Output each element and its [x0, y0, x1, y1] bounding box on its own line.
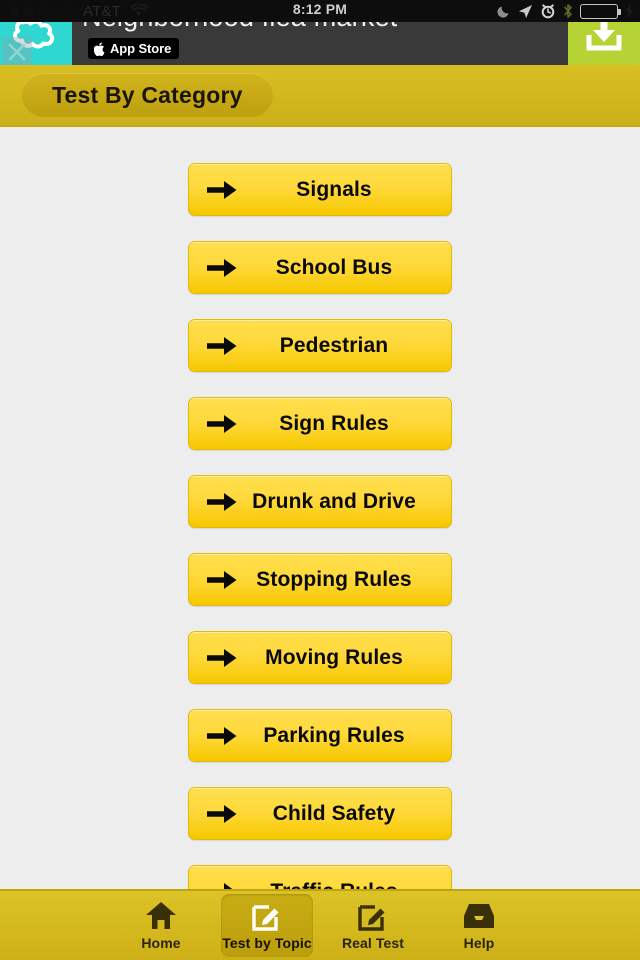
status-bar-right — [497, 0, 634, 22]
edit-square-icon — [358, 900, 388, 932]
alarm-clock-icon — [540, 3, 556, 19]
arrow-right-icon — [207, 569, 237, 591]
moon-icon — [497, 4, 511, 18]
app-store-badge[interactable]: App Store — [88, 38, 180, 59]
page-title-pill: Test By Category — [22, 73, 273, 117]
inbox-tray-icon — [463, 900, 495, 932]
category-button[interactable]: Traffic Rules — [188, 865, 452, 889]
app-screen: Signals School Bus Pedestrian Sign Rules Dru… — [0, 0, 640, 960]
page-title: Test By Category — [52, 81, 243, 108]
category-button[interactable]: Moving Rules — [188, 631, 452, 684]
charging-bolt-icon — [625, 4, 634, 18]
arrow-right-icon — [207, 491, 237, 513]
category-list-scroll-area[interactable]: Signals School Bus Pedestrian Sign Rules Dru… — [0, 127, 640, 889]
tab-label: Real Test — [341, 935, 405, 951]
arrow-right-icon — [207, 881, 237, 889]
tab-real-test[interactable]: Real Test — [327, 894, 419, 957]
status-bar: AT&T 8:12 PM — [0, 0, 640, 22]
tab-label: Home — [141, 935, 181, 951]
arrow-right-icon — [207, 413, 237, 435]
home-icon — [145, 900, 177, 932]
category-button[interactable]: Parking Rules — [188, 709, 452, 762]
app-store-label: App Store — [110, 41, 172, 56]
arrow-right-icon — [207, 335, 237, 357]
bottom-tab-bar: Home Test by Topic Real Test Help — [0, 889, 640, 960]
arrow-right-icon — [207, 179, 237, 201]
category-button[interactable]: Drunk and Drive — [188, 475, 452, 528]
arrow-right-icon — [207, 803, 237, 825]
category-button[interactable]: Stopping Rules — [188, 553, 452, 606]
category-button[interactable]: Signals — [188, 163, 452, 216]
edit-square-icon — [252, 900, 282, 932]
tab-label: Help — [463, 935, 495, 951]
arrow-right-icon — [207, 647, 237, 669]
battery-icon — [580, 3, 621, 19]
tab-home[interactable]: Home — [115, 894, 207, 957]
tab-help[interactable]: Help — [433, 894, 525, 957]
category-button[interactable]: Pedestrian — [188, 319, 452, 372]
category-button[interactable]: Sign Rules — [188, 397, 452, 450]
category-button[interactable]: School Bus — [188, 241, 452, 294]
apple-logo-icon — [94, 42, 105, 56]
close-icon[interactable] — [2, 37, 32, 65]
category-list: Signals School Bus Pedestrian Sign Rules Dru… — [0, 127, 640, 889]
category-button[interactable]: Child Safety — [188, 787, 452, 840]
arrow-right-icon — [207, 257, 237, 279]
bluetooth-icon — [563, 3, 573, 19]
tab-test-by-topic[interactable]: Test by Topic — [221, 894, 313, 957]
page-header: Test By Category — [0, 65, 640, 127]
location-arrow-icon — [518, 4, 533, 19]
tab-label: Test by Topic — [222, 935, 312, 951]
arrow-right-icon — [207, 725, 237, 747]
